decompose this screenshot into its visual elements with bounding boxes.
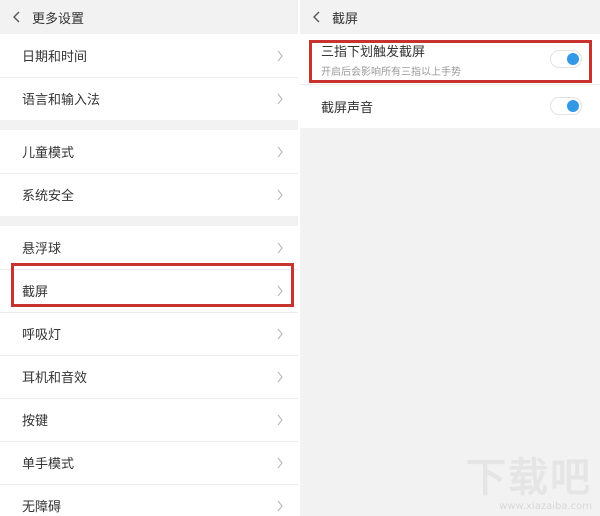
watermark-url: www.xiazaiba.com bbox=[499, 501, 592, 512]
settings-item-label: 系统安全 bbox=[22, 189, 75, 204]
chevron-right-icon bbox=[277, 285, 283, 296]
chevron-right-icon bbox=[277, 189, 283, 200]
settings-group-3: 悬浮球 截屏 呼吸灯 耳机和音效 按键 单手模式 无障碍 bbox=[0, 226, 298, 516]
settings-item-label: 悬浮球 bbox=[22, 242, 62, 257]
three-finger-toggle[interactable] bbox=[550, 50, 582, 68]
settings-item-breathing-light[interactable]: 呼吸灯 bbox=[0, 312, 298, 355]
settings-item-floating-ball[interactable]: 悬浮球 bbox=[0, 226, 298, 269]
settings-item-buttons[interactable]: 按键 bbox=[0, 398, 298, 441]
chevron-right-icon bbox=[277, 371, 283, 382]
setting-text: 三指下划触发截屏 开启后会影响所有三指以上手势 bbox=[321, 41, 461, 78]
chevron-right-icon bbox=[277, 242, 283, 253]
settings-item-headphones-sound[interactable]: 耳机和音效 bbox=[0, 355, 298, 398]
chevron-left-icon[interactable] bbox=[310, 10, 324, 24]
settings-item-kids-mode[interactable]: 儿童模式 bbox=[0, 130, 298, 173]
setting-title: 截屏声音 bbox=[321, 100, 374, 116]
setting-three-finger-screenshot[interactable]: 三指下划触发截屏 开启后会影响所有三指以上手势 bbox=[300, 34, 600, 84]
settings-item-label: 儿童模式 bbox=[22, 146, 75, 161]
settings-item-label: 呼吸灯 bbox=[22, 328, 62, 343]
chevron-right-icon bbox=[277, 414, 283, 425]
chevron-left-icon[interactable] bbox=[10, 10, 24, 24]
screenshot-settings-screen: 截屏 三指下划触发截屏 开启后会影响所有三指以上手势 截屏声音 下载吧 www.… bbox=[300, 0, 600, 516]
settings-item-date-time[interactable]: 日期和时间 bbox=[0, 34, 298, 77]
settings-item-screenshot[interactable]: 截屏 bbox=[0, 269, 298, 312]
settings-item-label: 日期和时间 bbox=[22, 50, 88, 65]
chevron-right-icon bbox=[277, 93, 283, 104]
chevron-right-icon bbox=[277, 457, 283, 468]
watermark: 下载吧 www.xiazaiba.com bbox=[466, 457, 592, 512]
settings-item-label: 无障碍 bbox=[22, 500, 62, 515]
settings-item-label: 截屏 bbox=[22, 285, 49, 300]
chevron-right-icon bbox=[277, 500, 283, 511]
setting-screenshot-sound[interactable]: 截屏声音 bbox=[300, 84, 600, 128]
header: 截屏 bbox=[300, 0, 600, 34]
settings-item-label: 耳机和音效 bbox=[22, 371, 88, 386]
settings-group-1: 日期和时间 语言和输入法 bbox=[0, 34, 298, 120]
more-settings-screen: 更多设置 日期和时间 语言和输入法 儿童模式 系统安全 悬浮球 截屏 呼吸灯 耳… bbox=[0, 0, 298, 516]
settings-item-label: 语言和输入法 bbox=[22, 93, 101, 108]
settings-group-2: 儿童模式 系统安全 bbox=[0, 130, 298, 216]
toggle-knob bbox=[567, 53, 579, 65]
chevron-right-icon bbox=[277, 146, 283, 157]
settings-item-system-security[interactable]: 系统安全 bbox=[0, 173, 298, 216]
group-divider bbox=[0, 120, 298, 130]
header: 更多设置 bbox=[0, 0, 298, 34]
toggle-knob bbox=[567, 100, 579, 112]
settings-item-label: 按键 bbox=[22, 414, 49, 429]
settings-item-accessibility[interactable]: 无障碍 bbox=[0, 484, 298, 516]
settings-item-one-hand-mode[interactable]: 单手模式 bbox=[0, 441, 298, 484]
chevron-right-icon bbox=[277, 328, 283, 339]
screenshot-sound-toggle[interactable] bbox=[550, 97, 582, 115]
page-title: 截屏 bbox=[332, 11, 359, 27]
group-divider bbox=[0, 216, 298, 226]
chevron-right-icon bbox=[277, 50, 283, 61]
settings-item-label: 单手模式 bbox=[22, 457, 75, 472]
watermark-logo: 下载吧 bbox=[466, 455, 592, 501]
setting-subtitle: 开启后会影响所有三指以上手势 bbox=[321, 66, 461, 78]
settings-item-language-input[interactable]: 语言和输入法 bbox=[0, 77, 298, 120]
page-title: 更多设置 bbox=[32, 11, 85, 27]
setting-title: 三指下划触发截屏 bbox=[321, 44, 426, 60]
